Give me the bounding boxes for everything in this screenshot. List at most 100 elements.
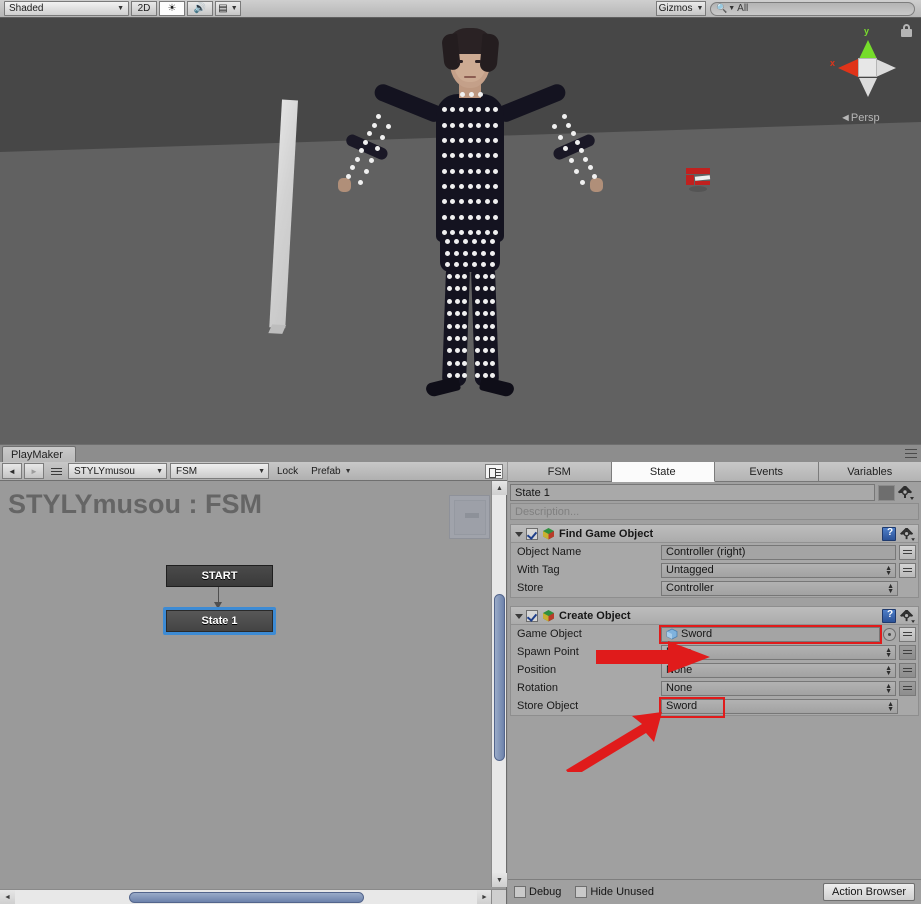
spawn-point-dropdown[interactable]: None ▲ ▼ bbox=[661, 644, 896, 660]
gizmo-axis-x-positive[interactable] bbox=[876, 59, 896, 77]
state-color-swatch[interactable] bbox=[878, 484, 895, 501]
chevron-down-icon[interactable] bbox=[514, 529, 524, 539]
game-object-value: Sword bbox=[681, 628, 713, 640]
scene-lighting-toggle[interactable]: ☀ bbox=[159, 1, 185, 16]
chevron-down-icon: ▼ bbox=[696, 5, 704, 12]
state-inspector-panel: FSM State Events Variables State 1 Descr… bbox=[508, 462, 921, 904]
mocap-dot bbox=[367, 131, 373, 137]
equals-dark-icon[interactable] bbox=[899, 644, 916, 660]
prefab-dropdown[interactable]: Prefab ▼ bbox=[306, 463, 356, 479]
hamburger-icon[interactable] bbox=[47, 463, 65, 479]
chevron-down-icon[interactable] bbox=[514, 611, 524, 621]
scroll-right-arrow-icon[interactable]: ► bbox=[477, 890, 492, 904]
scene-audio-toggle[interactable]: 🔊 bbox=[187, 1, 213, 16]
red-sword-prefab[interactable] bbox=[686, 168, 711, 187]
tab-fsm[interactable]: FSM bbox=[508, 462, 612, 482]
nav-forward-button[interactable]: ► bbox=[24, 463, 44, 479]
store-object-dropdown[interactable]: Sword ▲ ▼ bbox=[659, 696, 898, 718]
action-enabled-checkbox[interactable] bbox=[526, 609, 538, 622]
equals-dark-icon[interactable] bbox=[899, 662, 916, 678]
with-tag-dropdown[interactable]: Untagged ▲ ▼ bbox=[661, 562, 896, 578]
scene-search-input[interactable]: 🔍 ▼ All bbox=[710, 1, 915, 16]
store-value: Controller bbox=[666, 582, 714, 594]
action-browser-button[interactable]: Action Browser bbox=[823, 883, 915, 901]
state-name-input[interactable]: State 1 bbox=[510, 484, 875, 501]
gear-icon[interactable] bbox=[899, 609, 915, 623]
minimap-icon[interactable] bbox=[485, 464, 503, 479]
fsm-graph-canvas[interactable]: STYLYmusou : FSM START State 1 bbox=[0, 481, 492, 887]
action-header-buttons bbox=[882, 527, 915, 541]
lock-button[interactable]: Lock bbox=[272, 463, 303, 479]
store-dropdown[interactable]: Controller ▲ ▼ bbox=[661, 580, 898, 596]
gear-icon[interactable] bbox=[897, 485, 915, 501]
gizmos-dropdown[interactable]: Gizmos ▼ bbox=[656, 1, 706, 16]
fsm-minimap[interactable] bbox=[449, 495, 490, 539]
object-selector-dropdown[interactable]: STYLYmusou ▼ bbox=[68, 463, 167, 479]
sun-icon: ☀ bbox=[167, 3, 177, 14]
equals-icon[interactable] bbox=[899, 544, 916, 560]
action-create-object[interactable]: Create Object ? Game Object Sword Spawn … bbox=[510, 606, 919, 718]
scene-fx-dropdown[interactable]: ▤ ▼ bbox=[215, 1, 241, 16]
graph-horizontal-scroll-thumb[interactable] bbox=[129, 892, 364, 903]
graph-vertical-scroll-thumb[interactable] bbox=[494, 594, 505, 761]
fsm-graph-toolbar: ◄ ► STYLYmusou ▼ FSM ▼ Lock Prefab ▼ bbox=[0, 462, 507, 481]
equals-icon[interactable] bbox=[899, 562, 916, 578]
character-hand-left bbox=[338, 178, 351, 192]
game-object-field[interactable]: Sword bbox=[659, 624, 882, 644]
debug-checkbox[interactable] bbox=[514, 886, 526, 898]
mocap-dot bbox=[570, 131, 576, 137]
fsm-node-start-label: START bbox=[201, 570, 238, 582]
graph-vertical-scrollbar[interactable]: ▲ ▼ bbox=[491, 481, 507, 887]
tab-state[interactable]: State bbox=[611, 462, 715, 482]
chevron-updown-icon: ▲ ▼ bbox=[887, 582, 894, 595]
equals-icon[interactable] bbox=[899, 626, 916, 642]
scroll-up-arrow-icon[interactable]: ▲ bbox=[492, 481, 507, 495]
tab-events[interactable]: Events bbox=[715, 462, 819, 482]
object-picker-icon[interactable] bbox=[883, 627, 896, 641]
object-name-input[interactable]: Controller (right) bbox=[661, 544, 896, 560]
action-header[interactable]: Create Object bbox=[511, 607, 918, 625]
mocap-dot bbox=[583, 156, 589, 162]
position-dropdown[interactable]: None ▲ ▼ bbox=[661, 662, 896, 678]
tab-events-label: Events bbox=[749, 465, 784, 478]
lock-icon[interactable] bbox=[901, 24, 912, 37]
action-enabled-checkbox[interactable] bbox=[526, 527, 538, 540]
tab-variables[interactable]: Variables bbox=[818, 462, 921, 482]
chevron-updown-icon: ▲ ▼ bbox=[885, 646, 892, 659]
chevron-down-icon: ▼ bbox=[344, 467, 352, 475]
state-description-input[interactable]: Description... bbox=[510, 503, 919, 520]
tab-playmaker[interactable]: PlayMaker bbox=[2, 446, 76, 463]
scene-view-gizmo[interactable]: y x ◄Persp bbox=[818, 22, 918, 130]
chevron-updown-icon: ▲ ▼ bbox=[885, 564, 892, 577]
gizmo-axis-y-negative[interactable] bbox=[859, 78, 877, 97]
fsm-node-state-1[interactable]: State 1 bbox=[166, 610, 273, 632]
gizmo-axis-x-negative[interactable] bbox=[838, 59, 858, 77]
toggle-2d-button[interactable]: 2D bbox=[131, 1, 157, 16]
red-prefab-part-b bbox=[686, 175, 694, 185]
fsm-selector-dropdown[interactable]: FSM ▼ bbox=[170, 463, 269, 479]
action-header[interactable]: Find Game Object bbox=[511, 525, 918, 543]
graph-horizontal-scrollbar[interactable]: ◄ ► bbox=[0, 889, 492, 904]
scroll-down-arrow-icon[interactable]: ▼ bbox=[492, 873, 507, 887]
mocap-dot bbox=[358, 180, 363, 185]
help-book-icon[interactable] bbox=[882, 527, 896, 541]
gizmo-center-cube[interactable] bbox=[858, 58, 877, 77]
rotation-dropdown[interactable]: None ▲ ▼ bbox=[661, 680, 896, 696]
field-label: With Tag bbox=[517, 564, 560, 576]
gear-icon[interactable] bbox=[899, 527, 915, 541]
shading-mode-dropdown[interactable]: Shaded ▼ bbox=[4, 1, 129, 16]
mocap-suit-character[interactable] bbox=[338, 28, 603, 418]
gizmo-axis-y-positive[interactable] bbox=[859, 40, 877, 59]
hide-unused-label: Hide Unused bbox=[590, 886, 655, 898]
action-find-game-object[interactable]: Find Game Object ? Object Name Controlle… bbox=[510, 524, 919, 598]
help-book-icon[interactable] bbox=[882, 609, 896, 623]
hide-unused-checkbox[interactable] bbox=[575, 886, 588, 898]
fsm-node-start[interactable]: START bbox=[166, 565, 273, 587]
window-menu-icon[interactable] bbox=[905, 449, 917, 458]
gizmo-projection-label[interactable]: ◄Persp bbox=[840, 112, 880, 124]
equals-dark-icon[interactable] bbox=[899, 680, 916, 696]
scroll-left-arrow-icon[interactable]: ◄ bbox=[0, 890, 15, 904]
nav-back-button[interactable]: ◄ bbox=[2, 463, 22, 479]
scene-view[interactable]: Shaded ▼ 2D ☀ 🔊 ▤ ▼ Gizmos ▼ 🔍 ▼ All y x… bbox=[0, 0, 921, 444]
action-header-buttons bbox=[882, 609, 915, 623]
